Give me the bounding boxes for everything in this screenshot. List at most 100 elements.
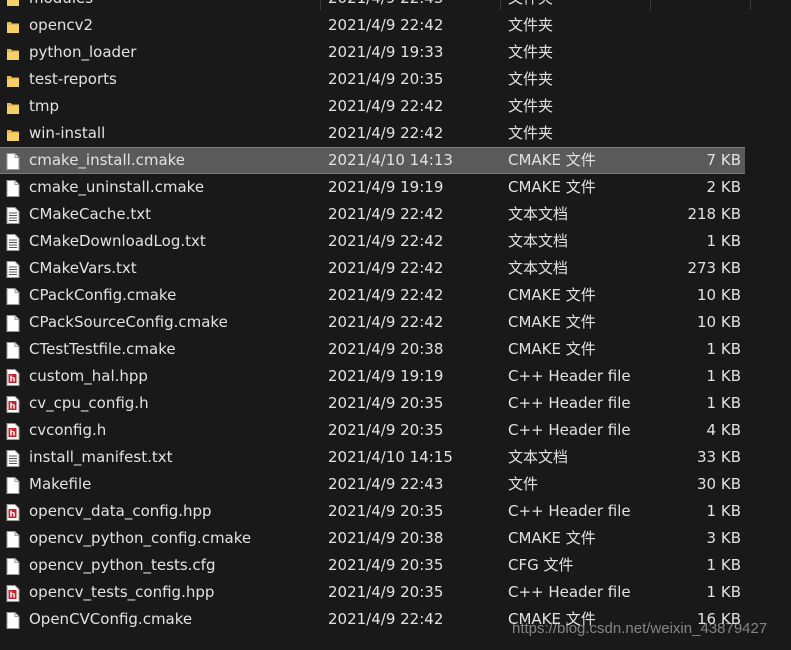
file-row[interactable]: opencv_python_tests.cfg 2021/4/9 20:35 CFG… [0, 552, 791, 579]
file-row[interactable]: CTestTestfile.cmake 2021/4/9 20:38 CMAKE 文… [0, 336, 791, 363]
file-type: C++ Header file [508, 502, 631, 520]
file-size: 10 KB [697, 286, 741, 304]
file-row[interactable]: CPackSourceConfig.cmake 2021/4/9 22:42 CMA… [0, 309, 791, 336]
file-size: 1 KB [706, 583, 741, 601]
file-date: 2021/4/9 22:42 [328, 16, 444, 34]
blank-file-icon [6, 341, 20, 359]
file-type: C++ Header file [508, 394, 631, 412]
file-size: 218 KB [687, 205, 741, 223]
file-row[interactable]: cmake_install.cmake 2021/4/10 14:13 CMAKE … [0, 147, 791, 174]
blank-file-icon [6, 314, 20, 332]
file-size: 1 KB [706, 232, 741, 250]
blank-file-icon [6, 530, 20, 548]
file-row[interactable]: python_loader 2021/4/9 19:33 文件夹 [0, 39, 791, 66]
blank-file-icon [6, 611, 20, 629]
folder-icon [6, 44, 20, 61]
file-name: cvconfig.h [29, 421, 107, 439]
file-type: CMAKE 文件 [508, 529, 596, 547]
file-type: 文件夹 [508, 16, 554, 34]
file-row[interactable]: opencv2 2021/4/9 22:42 文件夹 [0, 12, 791, 39]
file-type: 文本文档 [508, 205, 569, 223]
file-date: 2021/4/9 20:35 [328, 421, 444, 439]
file-type: C++ Header file [508, 583, 631, 601]
file-row[interactable]: cmake_uninstall.cmake 2021/4/9 19:19 CMAKE… [0, 174, 791, 201]
folder-icon [6, 98, 20, 115]
file-size: 4 KB [706, 421, 741, 439]
file-row[interactable]: CPackConfig.cmake 2021/4/9 22:42 CMAKE 文件 1… [0, 282, 791, 309]
blank-file-icon [6, 476, 20, 494]
file-row[interactable]: h opencv_data_config.hpp 2021/4/9 20:35 C++… [0, 498, 791, 525]
watermark: https://blog.csdn.net/weixin_43879427 [512, 620, 768, 637]
file-type: 文件夹 [508, 70, 554, 88]
file-row[interactable]: CMakeDownloadLog.txt 2021/4/9 22:42 文本文档 1 … [0, 228, 791, 255]
file-name: opencv2 [29, 16, 94, 34]
file-size: 1 KB [706, 394, 741, 412]
file-type: 文件夹 [508, 97, 554, 115]
file-name: cmake_uninstall.cmake [29, 178, 205, 196]
file-size: 1 KB [706, 502, 741, 520]
file-row[interactable]: opencv_python_config.cmake 2021/4/9 20:38… [0, 525, 791, 552]
svg-text:h: h [10, 591, 16, 600]
file-type: CMAKE 文件 [508, 286, 596, 304]
file-date: 2021/4/9 20:35 [328, 394, 444, 412]
file-date: 2021/4/9 22:42 [328, 232, 444, 250]
file-type: 文件夹 [508, 43, 554, 61]
file-name: modules [29, 0, 93, 12]
file-type: 文件 [508, 475, 539, 493]
file-row[interactable]: modules 2021/4/9 22:43 文件夹 [0, 0, 791, 12]
svg-text:h: h [10, 402, 16, 411]
file-row[interactable]: install_manifest.txt 2021/4/10 14:15 文本文档 3… [0, 444, 791, 471]
file-list: modules 2021/4/9 22:43 文件夹 opencv2 2021/4/9 … [0, 0, 791, 633]
file-size: 7 KB [706, 151, 741, 169]
blank-file-icon [6, 179, 20, 197]
file-name: CMakeDownloadLog.txt [29, 232, 206, 250]
file-type: CMAKE 文件 [508, 340, 596, 358]
file-row[interactable]: Makefile 2021/4/9 22:43 文件 30 KB [0, 471, 791, 498]
file-size: 1 KB [706, 367, 741, 385]
file-size: 30 KB [697, 475, 741, 493]
file-type: 文本文档 [508, 448, 569, 466]
text-file-icon [6, 260, 20, 278]
file-row[interactable]: CMakeVars.txt 2021/4/9 22:42 文本文档 273 KB [0, 255, 791, 282]
file-date: 2021/4/9 19:33 [328, 43, 444, 61]
blank-file-icon [6, 557, 20, 575]
header-file-icon: h [6, 368, 20, 386]
file-name: opencv_python_config.cmake [29, 529, 252, 547]
file-date: 2021/4/9 22:42 [328, 313, 444, 331]
file-row[interactable]: win-install 2021/4/9 22:42 文件夹 [0, 120, 791, 147]
file-row[interactable]: CMakeCache.txt 2021/4/9 22:42 文本文档 218 KB [0, 201, 791, 228]
file-name: opencv_data_config.hpp [29, 502, 212, 520]
file-row[interactable]: h custom_hal.hpp 2021/4/9 19:19 C++ Header … [0, 363, 791, 390]
file-row[interactable]: h cv_cpu_config.h 2021/4/9 20:35 C++ Header… [0, 390, 791, 417]
file-date: 2021/4/9 20:35 [328, 556, 444, 574]
file-type: CMAKE 文件 [508, 313, 596, 331]
file-name: OpenCVConfig.cmake [29, 610, 193, 628]
file-row[interactable]: h opencv_tests_config.hpp 2021/4/9 20:35 C+… [0, 579, 791, 606]
folder-icon [6, 125, 20, 142]
text-file-icon [6, 233, 20, 251]
svg-text:h: h [10, 510, 16, 519]
file-date: 2021/4/9 22:42 [328, 259, 444, 277]
file-date: 2021/4/9 20:35 [328, 502, 444, 520]
file-row[interactable]: h cvconfig.h 2021/4/9 20:35 C++ Header file… [0, 417, 791, 444]
file-date: 2021/4/9 22:43 [328, 475, 444, 493]
file-type: CFG 文件 [508, 556, 574, 574]
file-name: win-install [29, 124, 106, 142]
file-date: 2021/4/9 20:35 [328, 70, 444, 88]
file-row[interactable]: test-reports 2021/4/9 20:35 文件夹 [0, 66, 791, 93]
file-name: python_loader [29, 43, 137, 61]
file-date: 2021/4/10 14:15 [328, 448, 453, 466]
file-date: 2021/4/9 22:42 [328, 205, 444, 223]
file-type: 文本文档 [508, 259, 569, 277]
file-type: CMAKE 文件 [508, 151, 596, 169]
file-date: 2021/4/9 20:38 [328, 529, 444, 547]
folder-icon [6, 71, 20, 88]
file-date: 2021/4/9 19:19 [328, 178, 444, 196]
file-row[interactable]: tmp 2021/4/9 22:42 文件夹 [0, 93, 791, 120]
file-type: 文件夹 [508, 0, 553, 12]
file-name: custom_hal.hpp [29, 367, 148, 385]
file-type: C++ Header file [508, 367, 631, 385]
file-size: 273 KB [687, 259, 741, 277]
file-date: 2021/4/9 22:43 [328, 0, 443, 12]
folder-icon [6, 17, 20, 34]
